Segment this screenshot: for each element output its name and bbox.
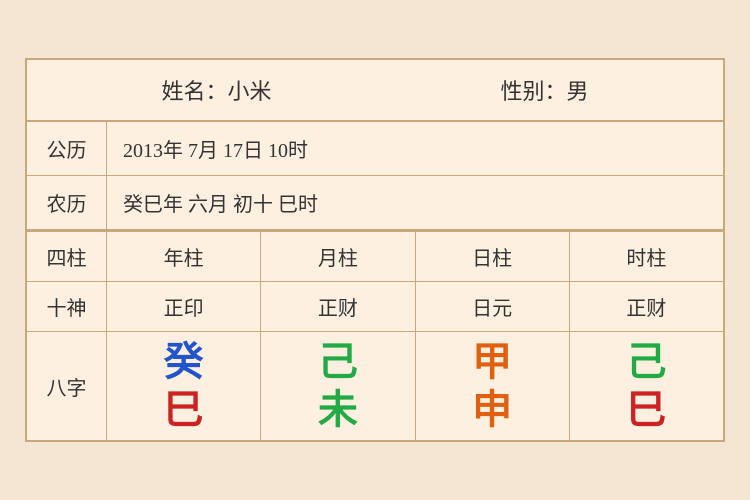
lunar-label: 农历 <box>27 176 107 229</box>
sizhu-label: 四柱 <box>27 232 107 281</box>
bazhi-2-bottom: 申 <box>472 388 512 432</box>
shishen-row: 十神 正印 正财 日元 正财 <box>27 282 723 332</box>
shishen-3: 正财 <box>570 282 723 331</box>
col-year: 年柱 <box>107 232 261 281</box>
columns-row: 四柱 年柱 月柱 日柱 时柱 <box>27 232 723 282</box>
lunar-row: 农历 癸巳年 六月 初十 巳时 <box>27 176 723 230</box>
bazhi-col-0: 癸 巳 <box>107 332 261 440</box>
bazhi-0-top: 癸 <box>164 340 204 384</box>
gregorian-row: 公历 2013年 7月 17日 10时 <box>27 122 723 176</box>
header-row: 姓名：小米 性别：男 <box>27 60 723 122</box>
col-month: 月柱 <box>261 232 415 281</box>
col-hour: 时柱 <box>570 232 723 281</box>
bazhi-col-3: 己 巳 <box>570 332 723 440</box>
bazhi-2-top: 甲 <box>472 340 512 384</box>
bazhi-3-bottom: 巳 <box>626 388 666 432</box>
col-day: 日柱 <box>416 232 570 281</box>
shishen-label: 十神 <box>27 282 107 331</box>
bazhi-1-top: 己 <box>318 340 358 384</box>
main-container: 姓名：小米 性别：男 公历 2013年 7月 17日 10时 农历 癸巳年 六月… <box>25 58 725 442</box>
gender-label: 性别：男 <box>500 74 588 106</box>
gregorian-value: 2013年 7月 17日 10时 <box>107 122 723 175</box>
bazhi-col-1: 己 未 <box>261 332 415 440</box>
name-label: 姓名：小米 <box>161 74 271 106</box>
shishen-2: 日元 <box>416 282 570 331</box>
shishen-1: 正财 <box>261 282 415 331</box>
bazhi-row: 八字 癸 巳 己 未 甲 申 己 巳 <box>27 332 723 440</box>
bazhi-0-bottom: 巳 <box>164 388 204 432</box>
bazhi-1-bottom: 未 <box>318 388 358 432</box>
bazhi-col-2: 甲 申 <box>416 332 570 440</box>
bazhi-label: 八字 <box>27 332 107 440</box>
lunar-value: 癸巳年 六月 初十 巳时 <box>107 176 723 229</box>
gregorian-label: 公历 <box>27 122 107 175</box>
table-section: 四柱 年柱 月柱 日柱 时柱 十神 正印 正财 日元 正财 八字 癸 巳 己 未 <box>27 230 723 440</box>
shishen-0: 正印 <box>107 282 261 331</box>
bazhi-3-top: 己 <box>626 340 666 384</box>
